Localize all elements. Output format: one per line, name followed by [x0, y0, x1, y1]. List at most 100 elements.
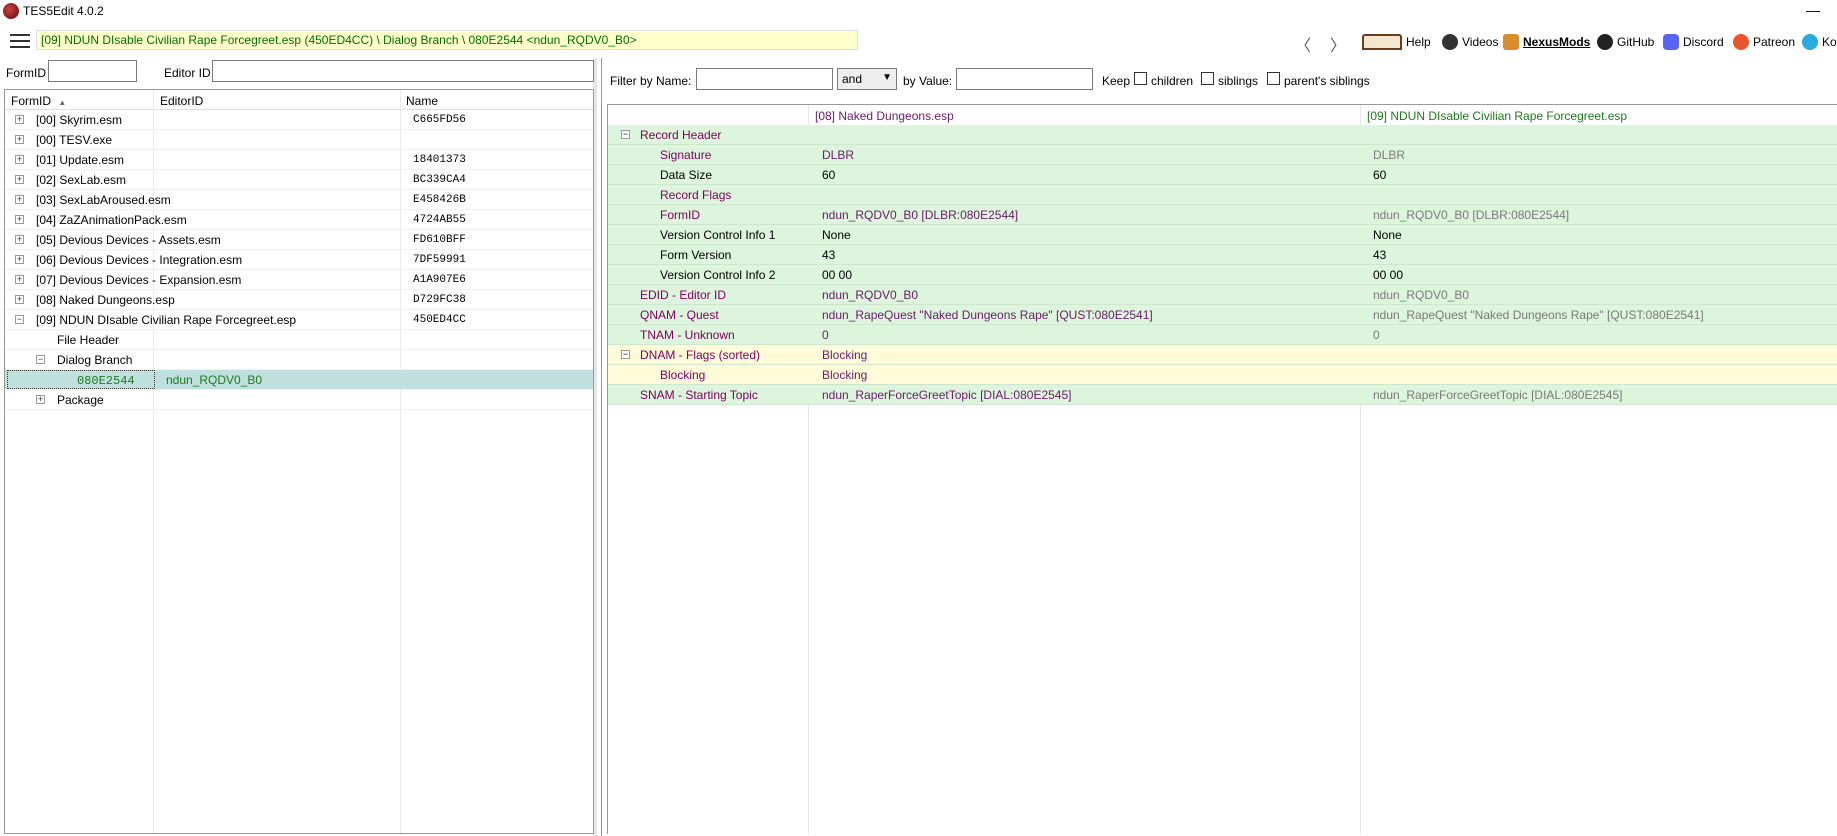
- expand-icon[interactable]: +: [15, 255, 24, 264]
- filter-by-name-input[interactable]: [696, 68, 833, 90]
- edid-row[interactable]: EDID - Editor ID ndun_RQDV0_B0 ndun_RQDV…: [608, 285, 1837, 305]
- tree-item-label: [09] NDUN DIsable Civilian Rape Forcegre…: [36, 313, 297, 327]
- children-checkbox[interactable]: [1134, 72, 1147, 85]
- github-link[interactable]: GitHub: [1597, 34, 1654, 50]
- nexusmods-link[interactable]: NexusMods: [1503, 34, 1590, 50]
- discord-link[interactable]: Discord: [1663, 34, 1724, 50]
- form-version-row[interactable]: Form Version 43 43: [608, 245, 1837, 265]
- version-control-info-2-row[interactable]: Version Control Info 2 00 00 00 00: [608, 265, 1837, 285]
- tnam-row[interactable]: TNAM - Unknown 0 0: [608, 325, 1837, 345]
- record-flags-row[interactable]: Record Flags: [608, 185, 1837, 205]
- kofi-icon: [1802, 34, 1818, 50]
- name-column-header[interactable]: Name: [406, 94, 438, 108]
- plugin-crc: D729FC38: [413, 294, 466, 306]
- expand-icon[interactable]: +: [15, 195, 24, 204]
- tree-item-label: [01] Update.esm: [36, 153, 125, 167]
- formid-row[interactable]: FormID ndun_RQDV0_B0 [DLBR:080E2544] ndu…: [608, 205, 1837, 225]
- collapse-icon[interactable]: −: [15, 315, 24, 324]
- collapse-icon[interactable]: −: [621, 350, 630, 359]
- tree-item-plugin[interactable]: − [09] NDUN DIsable Civilian Rape Forcegr…: [5, 310, 593, 330]
- plugin-column-header-09[interactable]: [09] NDUN DIsable Civilian Rape Forcegre…: [1367, 109, 1627, 123]
- expand-icon[interactable]: +: [15, 135, 24, 144]
- minimize-button[interactable]: —: [1803, 2, 1823, 20]
- tree-item-plugin[interactable]: + [07] Devious Devices - Expansion.esm A1A…: [5, 270, 593, 290]
- record-tree[interactable]: FormID ▲ EditorID Name + [00] Skyrim.esm C…: [4, 89, 594, 834]
- snam-row[interactable]: SNAM - Starting Topic ndun_RaperForceGre…: [608, 385, 1837, 405]
- github-icon: [1597, 34, 1613, 50]
- tree-header: FormID ▲ EditorID Name: [5, 90, 593, 110]
- editorid-filter-input[interactable]: [212, 60, 594, 82]
- patreon-icon: [1733, 34, 1749, 50]
- filter-operator-select[interactable]: and ▼: [837, 68, 897, 90]
- tree-item-plugin[interactable]: + [06] Devious Devices - Integration.esm 7…: [5, 250, 593, 270]
- selected-formid: 080E2544: [77, 374, 135, 388]
- tree-item-plugin[interactable]: + [00] TESV.exe: [5, 130, 593, 150]
- tree-item-label: Package: [57, 393, 104, 407]
- tree-item-plugin[interactable]: + [05] Devious Devices - Assets.esm FD610B…: [5, 230, 593, 250]
- collapse-icon[interactable]: −: [36, 355, 45, 364]
- filter-by-value-label: by Value:: [903, 74, 953, 88]
- version-control-info-1-row[interactable]: Version Control Info 1 None None: [608, 225, 1837, 245]
- editorid-column-header[interactable]: EditorID: [160, 94, 203, 108]
- plugin-crc: 7DF59991: [413, 254, 466, 266]
- tree-item-plugin[interactable]: + [03] SexLabAroused.esm E458426B: [5, 190, 593, 210]
- plugin-crc: E458426B: [413, 194, 466, 206]
- tree-item-package[interactable]: + Package: [5, 390, 593, 410]
- siblings-checkbox[interactable]: [1201, 72, 1214, 85]
- sort-ascending-icon: ▲: [58, 98, 67, 107]
- expand-icon[interactable]: +: [15, 215, 24, 224]
- tree-item-dialog-branch[interactable]: − Dialog Branch: [5, 350, 593, 370]
- tree-item-label: File Header: [57, 333, 120, 347]
- collapse-icon[interactable]: −: [621, 130, 630, 139]
- qnam-row[interactable]: QNAM - Quest ndun_RapeQuest "Naked Dunge…: [608, 305, 1837, 325]
- patreon-link[interactable]: Patreon: [1733, 34, 1795, 50]
- value-filter-bar: Filter by Name: and ▼ by Value: Keep chi…: [602, 58, 1837, 102]
- navigation-pane: FormID Editor ID FormID ▲ EditorID Name …: [0, 58, 597, 836]
- tree-item-file-header[interactable]: File Header: [5, 330, 593, 350]
- forward-arrow-icon[interactable]: 〉: [1330, 32, 1346, 56]
- tree-item-label: [03] SexLabAroused.esm: [36, 193, 171, 207]
- data-size-row[interactable]: Data Size 60 60: [608, 165, 1837, 185]
- tree-item-label: [06] Devious Devices - Integration.esm: [36, 253, 243, 267]
- keep-label: Keep: [1102, 74, 1131, 88]
- parents-siblings-checkbox[interactable]: [1267, 72, 1280, 85]
- record-header-row[interactable]: − Record Header: [608, 125, 1837, 145]
- plugin-crc: BC339CA4: [413, 174, 466, 186]
- record-compare-grid[interactable]: [08] Naked Dungeons.esp [09] NDUN DIsabl…: [607, 104, 1837, 834]
- record-view-pane: Filter by Name: and ▼ by Value: Keep chi…: [601, 58, 1837, 836]
- title-bar: TES5Edit 4.0.2 —: [0, 0, 1837, 22]
- tree-item-label: [02] SexLab.esm: [36, 173, 127, 187]
- tree-item-plugin[interactable]: + [01] Update.esm 18401373: [5, 150, 593, 170]
- filter-by-name-label: Filter by Name:: [610, 74, 692, 88]
- expand-icon[interactable]: +: [36, 395, 45, 404]
- chevron-down-icon: ▼: [882, 72, 892, 83]
- expand-icon[interactable]: +: [15, 235, 24, 244]
- tree-item-plugin[interactable]: + [00] Skyrim.esm C665FD56: [5, 110, 593, 130]
- plugin-crc: A1A907E6: [413, 274, 466, 286]
- tree-item-plugin[interactable]: + [08] Naked Dungeons.esp D729FC38: [5, 290, 593, 310]
- tree-item-plugin[interactable]: + [02] SexLab.esm BC339CA4: [5, 170, 593, 190]
- videos-link[interactable]: Videos: [1442, 34, 1498, 50]
- dnam-row[interactable]: − DNAM - Flags (sorted) Blocking: [608, 345, 1837, 365]
- children-label: children: [1151, 74, 1194, 88]
- formid-filter-input[interactable]: [48, 60, 137, 82]
- expand-icon[interactable]: +: [15, 175, 24, 184]
- plugin-crc: C665FD56: [413, 114, 466, 126]
- signature-row[interactable]: Signature DLBR DLBR: [608, 145, 1837, 165]
- back-arrow-icon[interactable]: 〈: [1295, 32, 1311, 56]
- siblings-label: siblings: [1218, 74, 1259, 88]
- plugin-column-header-08[interactable]: [08] Naked Dungeons.esp: [815, 109, 954, 123]
- kofi-link[interactable]: Ko-: [1802, 34, 1837, 50]
- formid-column-header[interactable]: FormID ▲: [11, 94, 66, 108]
- expand-icon[interactable]: +: [15, 295, 24, 304]
- expand-icon[interactable]: +: [15, 275, 24, 284]
- blocking-row[interactable]: Blocking Blocking: [608, 365, 1837, 385]
- hamburger-menu-icon[interactable]: [10, 34, 30, 50]
- help-link[interactable]: Help: [1362, 34, 1431, 50]
- filter-by-value-input[interactable]: [956, 68, 1093, 90]
- tree-item-selected-record[interactable]: 080E2544 ndun_RQDV0_B0: [5, 370, 593, 390]
- tree-item-plugin[interactable]: + [04] ZaZAnimationPack.esm 4724AB55: [5, 210, 593, 230]
- expand-icon[interactable]: +: [15, 155, 24, 164]
- expand-icon[interactable]: +: [15, 115, 24, 124]
- selected-editorid: ndun_RQDV0_B0: [166, 373, 263, 387]
